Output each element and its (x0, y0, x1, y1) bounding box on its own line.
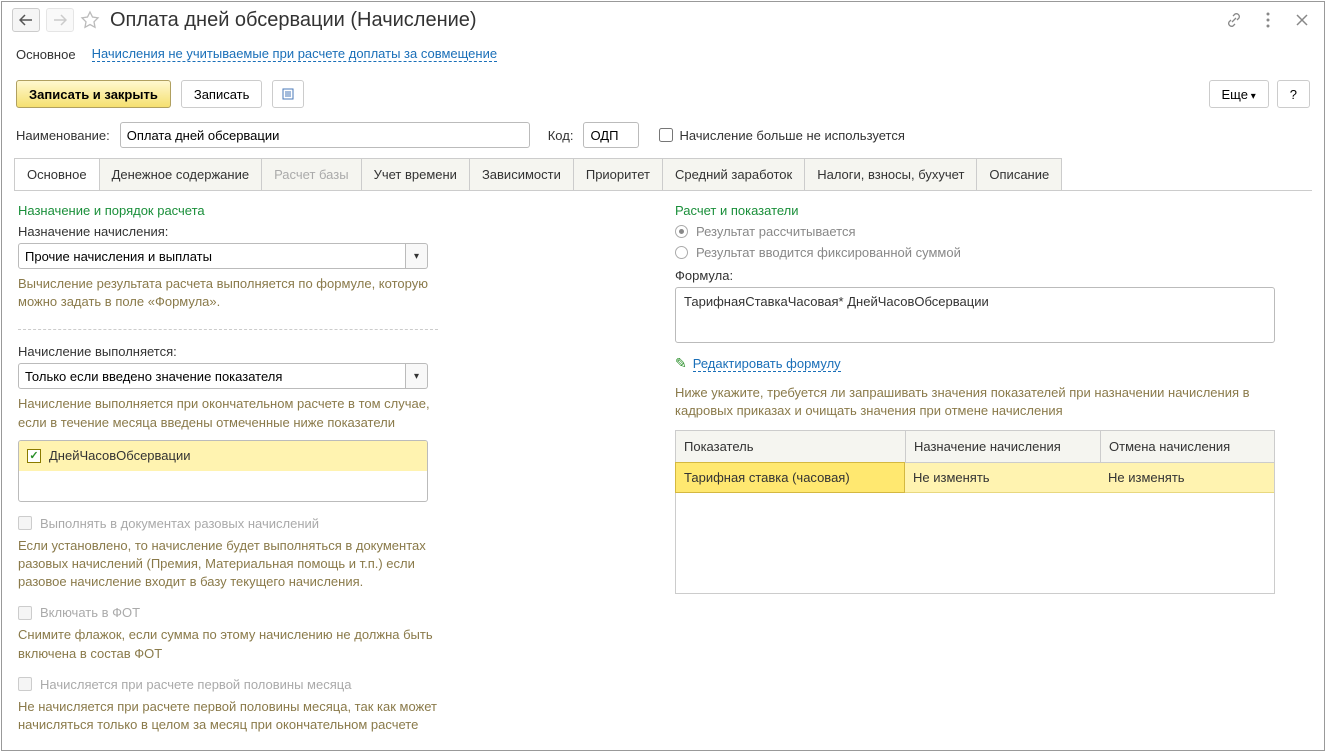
more-button[interactable]: Еще (1209, 80, 1269, 108)
cb2-hint: Снимите флажок, если сумма по этому начи… (18, 626, 438, 662)
close-icon[interactable] (1290, 8, 1314, 32)
cell-indicator[interactable]: Тарифная ставка (часовая) (675, 462, 905, 493)
tab-priority[interactable]: Приоритет (573, 158, 663, 190)
list-button[interactable] (272, 80, 304, 108)
section-purpose: Назначение и порядок расчета (18, 203, 651, 218)
cell-assign[interactable]: Не изменять (905, 463, 1100, 492)
tab-desc[interactable]: Описание (976, 158, 1062, 190)
tab-base[interactable]: Расчет базы (261, 158, 362, 190)
favorite-icon[interactable] (80, 10, 100, 30)
formula-box[interactable]: ТарифнаяСтавкаЧасовая* ДнейЧасовОбсервац… (675, 287, 1275, 343)
tabs: Основное Денежное содержание Расчет базы… (14, 158, 1312, 191)
name-input[interactable] (120, 122, 530, 148)
link-icon[interactable] (1222, 8, 1246, 32)
indicator-label: ДнейЧасовОбсервации (49, 448, 190, 463)
subnav-main[interactable]: Основное (16, 47, 76, 62)
tab-time[interactable]: Учет времени (361, 158, 470, 190)
purpose-label: Назначение начисления: (18, 224, 651, 239)
purpose-dropdown-button[interactable]: ▾ (406, 243, 428, 269)
cb3-hint: Не начисляется при расчете первой полови… (18, 698, 438, 734)
executed-select[interactable] (18, 363, 406, 389)
back-button[interactable] (12, 8, 40, 32)
section-calc: Расчет и показатели (675, 203, 1308, 218)
th-cancel[interactable]: Отмена начисления (1101, 431, 1274, 462)
cb1-hint: Если установлено, то начисление будет вы… (18, 537, 438, 592)
indicators-table: Показатель Назначение начисления Отмена … (675, 430, 1275, 594)
cb-single-docs: Выполнять в документах разовых начислени… (18, 516, 651, 531)
window-title: Оплата дней обсервации (Начисление) (110, 9, 477, 32)
table-hint: Ниже укажите, требуется ли запрашивать з… (675, 384, 1275, 420)
code-label: Код: (548, 128, 574, 143)
cb-half-month: Начисляется при расчете первой половины … (18, 677, 651, 692)
help-button[interactable]: ? (1277, 80, 1310, 108)
tab-tax[interactable]: Налоги, взносы, бухучет (804, 158, 977, 190)
executed-dropdown-button[interactable]: ▾ (406, 363, 428, 389)
not-used-label: Начисление больше не используется (679, 128, 904, 143)
cell-cancel[interactable]: Не изменять (1100, 463, 1274, 492)
pencil-icon: ✎ (675, 355, 687, 372)
radio-fixed: Результат вводится фиксированной суммой (675, 245, 1308, 260)
formula-label: Формула: (675, 268, 1308, 283)
indicator-checkbox[interactable]: ✓ (27, 449, 41, 463)
tab-money[interactable]: Денежное содержание (99, 158, 262, 190)
th-indicator[interactable]: Показатель (676, 431, 906, 462)
tab-avg[interactable]: Средний заработок (662, 158, 805, 190)
executed-label: Начисление выполняется: (18, 344, 651, 359)
indicator-list[interactable]: ✓ ДнейЧасовОбсервации (18, 440, 428, 502)
purpose-select[interactable] (18, 243, 406, 269)
tab-deps[interactable]: Зависимости (469, 158, 574, 190)
tab-main[interactable]: Основное (14, 158, 100, 190)
save-close-button[interactable]: Записать и закрыть (16, 80, 171, 108)
purpose-hint: Вычисление результата расчета выполняетс… (18, 275, 438, 311)
executed-hint: Начисление выполняется при окончательном… (18, 395, 438, 431)
radio-calculated: Результат рассчитывается (675, 224, 1308, 239)
separator (18, 329, 438, 330)
th-assign[interactable]: Назначение начисления (906, 431, 1101, 462)
save-button[interactable]: Записать (181, 80, 263, 108)
forward-button[interactable] (46, 8, 74, 32)
indicator-row[interactable]: ✓ ДнейЧасовОбсервации (19, 441, 427, 471)
subnav-link[interactable]: Начисления не учитываемые при расчете до… (92, 46, 498, 62)
kebab-icon[interactable] (1256, 8, 1280, 32)
table-row[interactable]: Тарифная ставка (часовая) Не изменять Не… (676, 463, 1274, 493)
code-input[interactable] (583, 122, 639, 148)
name-label: Наименование: (16, 128, 110, 143)
cb-fot: Включать в ФОТ (18, 605, 651, 620)
edit-formula-link[interactable]: Редактировать формулу (693, 356, 841, 372)
not-used-checkbox[interactable]: Начисление больше не используется (659, 128, 904, 143)
